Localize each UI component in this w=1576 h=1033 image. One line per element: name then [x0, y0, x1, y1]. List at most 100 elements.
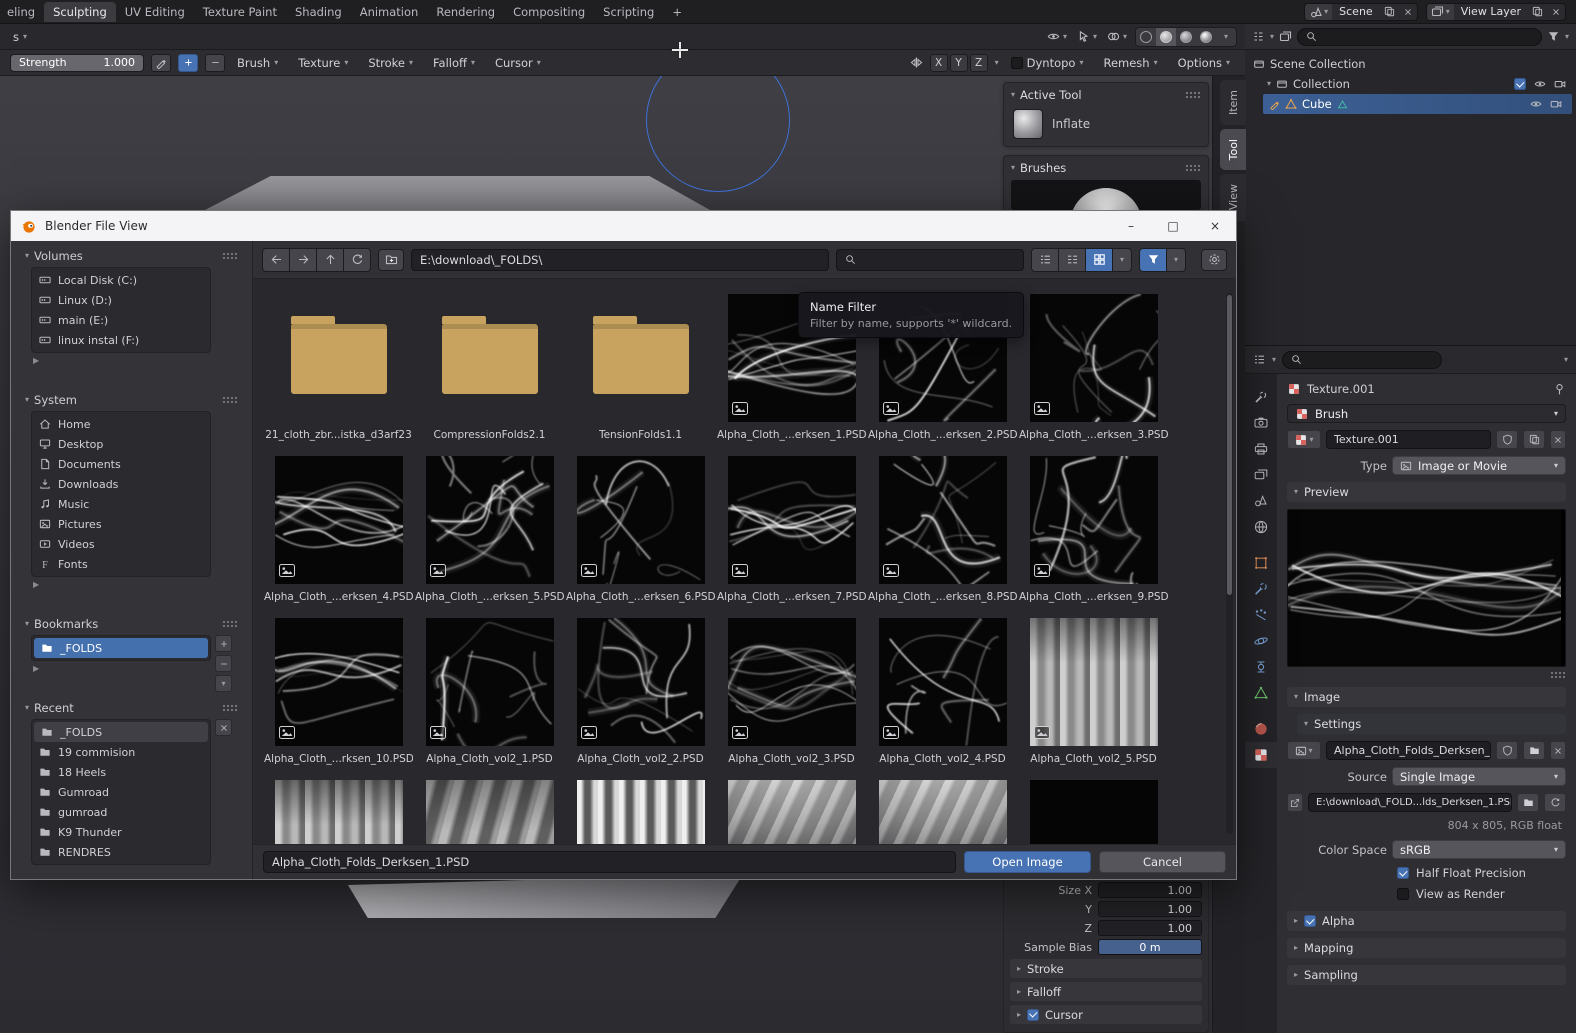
file-item[interactable] [565, 780, 716, 844]
cursor-checkbox[interactable] [1027, 1009, 1039, 1021]
path-input[interactable] [420, 253, 820, 267]
filename-input[interactable] [272, 855, 947, 869]
overlays-dropdown[interactable]: ▾ [1105, 27, 1129, 47]
dyntopo-checkbox[interactable] [1011, 57, 1023, 69]
file-item[interactable] [1018, 780, 1169, 844]
brushes-header[interactable]: ▾ Brushes [1011, 161, 1201, 175]
syste-item[interactable]: Home [32, 414, 210, 434]
shading-dropdown[interactable]: ▾ [1216, 28, 1236, 46]
image-name-field[interactable]: Alpha_Cloth_Folds_Derksen_1.PSD [1326, 741, 1491, 760]
tool-dropdown-cursor[interactable]: Cursor▾ [490, 56, 546, 70]
file-item[interactable]: Alpha_Cloth_...rksen_10.PSD [263, 618, 414, 780]
filter-icon[interactable] [1547, 30, 1560, 43]
open-image-button[interactable]: Open Image [964, 851, 1091, 873]
shading-solid-button[interactable] [1156, 28, 1176, 46]
eye-toggle-icon[interactable] [1534, 78, 1546, 90]
recent-header[interactable]: ▾Recent [11, 701, 252, 719]
object-properties-tab[interactable] [1245, 550, 1277, 576]
brush-icon[interactable] [1013, 109, 1043, 139]
workspace-tab-animation[interactable]: Animation [351, 2, 428, 22]
syste-item[interactable]: Desktop [32, 434, 210, 454]
outliner-search-input[interactable] [1322, 30, 1533, 43]
outliner-row-scene-collection[interactable]: Scene Collection [1245, 54, 1576, 74]
recen-item[interactable]: 19 commision [32, 742, 210, 762]
view-layer-browse-button[interactable]: ▾ [1427, 4, 1454, 20]
file-item[interactable]: Alpha_Cloth_vol2_3.PSD [716, 618, 867, 780]
slider-size-x[interactable]: 1.00 [1098, 882, 1202, 898]
texture-properties-tab[interactable] [1245, 742, 1277, 768]
image-panel-header[interactable]: ▾ Image [1287, 687, 1566, 707]
view-layer-properties-tab[interactable] [1245, 462, 1277, 488]
selectability-checkbox[interactable] [1514, 78, 1526, 90]
file-item[interactable]: Alpha_Cloth_...erksen_7.PSD [716, 456, 867, 618]
workspace-tab-compositing[interactable]: Compositing [504, 2, 594, 22]
panel-sampling[interactable]: ▸Sampling [1287, 965, 1566, 985]
tool-properties-tab[interactable] [1245, 384, 1277, 410]
menu-remesh[interactable]: Remesh▾ [1098, 56, 1162, 70]
active-tool-header[interactable]: ▾ Active Tool [1011, 88, 1201, 102]
pin-icon[interactable] [1553, 383, 1566, 396]
shading-rendered-button[interactable] [1196, 28, 1216, 46]
texture-type-dropdown[interactable]: Image or Movie ▾ [1392, 456, 1566, 475]
tool-dropdown-brush[interactable]: Brush▾ [232, 56, 283, 70]
file-item[interactable]: TensionFolds1.1 [565, 294, 716, 456]
mirror-axis-x[interactable]: X [930, 54, 948, 72]
file-item[interactable] [414, 780, 565, 844]
outliner-row-collection[interactable]: ▾Collection [1245, 74, 1576, 94]
tool-dropdown-texture[interactable]: Texture▾ [293, 56, 353, 70]
render-properties-tab[interactable] [1245, 410, 1277, 436]
properties-editor-icon[interactable] [1253, 353, 1266, 366]
texture-name-field[interactable]: Texture.001 [1326, 430, 1491, 449]
browse-filepath-button[interactable] [1517, 793, 1539, 812]
material-properties-tab[interactable] [1245, 716, 1277, 742]
preview-panel-header[interactable]: ▾ Preview [1287, 482, 1566, 502]
world-properties-tab[interactable] [1245, 514, 1277, 540]
workspace-tab-sculpting[interactable]: Sculpting [44, 2, 116, 22]
panel-falloff[interactable]: ▸Falloff [1010, 982, 1202, 1001]
workspace-tab-scripting[interactable]: Scripting [594, 2, 663, 22]
panel-cursor[interactable]: ▸Cursor [1010, 1005, 1202, 1024]
texture-context-dropdown[interactable]: Brush ▾ [1287, 404, 1566, 423]
view-layer-name[interactable]: View Layer [1454, 5, 1528, 18]
delete-scene-button[interactable] [1399, 4, 1417, 20]
syste-item[interactable]: Videos [32, 534, 210, 554]
panel-mapping[interactable]: ▸Mapping [1287, 938, 1566, 958]
syste-item[interactable]: FFonts [32, 554, 210, 574]
tool-dropdown-stroke[interactable]: Stroke▾ [363, 56, 418, 70]
maximize-button[interactable]: □ [1152, 211, 1194, 241]
mode-dropdown[interactable]: s▾ [8, 30, 32, 44]
particles-properties-tab[interactable] [1245, 602, 1277, 628]
minimize-button[interactable]: – [1110, 211, 1152, 241]
add-bookmark-button[interactable] [215, 635, 232, 652]
workspace-tab-texture-paint[interactable]: Texture Paint [194, 2, 286, 22]
scrollbar-thumb[interactable] [1227, 295, 1232, 595]
color-space-dropdown[interactable]: sRGB ▾ [1392, 840, 1566, 859]
workspace-tab-rendering[interactable]: Rendering [427, 2, 504, 22]
workspace-tab-uv-editing[interactable]: UV Editing [116, 2, 194, 22]
sidebar-tab-tool[interactable]: Tool [1220, 129, 1246, 170]
file-search-input[interactable] [862, 253, 1015, 267]
camera-toggle-icon[interactable] [1554, 78, 1566, 90]
properties-search-input[interactable] [1307, 353, 1433, 366]
unlink-image-button[interactable] [1550, 741, 1566, 760]
cancel-button[interactable]: Cancel [1099, 851, 1226, 873]
display-size-dropdown[interactable]: ▾ [1113, 249, 1131, 271]
new-scene-button[interactable] [1380, 4, 1399, 20]
back-button[interactable] [263, 249, 289, 271]
menu-dyntopo[interactable]: Dyntopo▾ [1006, 56, 1089, 70]
reload-image-button[interactable] [1544, 793, 1566, 812]
workspace-tab-eling[interactable]: eling [0, 2, 44, 22]
browse-texture-button[interactable]: ▾ [1287, 430, 1321, 449]
filter-options-dropdown[interactable]: ▾ [1167, 249, 1185, 271]
remove-bookmark-button[interactable] [215, 655, 232, 672]
vertical-list-view-button[interactable] [1032, 249, 1058, 271]
fake-user-button[interactable] [1496, 741, 1518, 760]
strength-pressure-button[interactable] [151, 54, 171, 72]
create-directory-button[interactable] [378, 249, 404, 271]
file-item[interactable]: 21_cloth_zbr...istka_d3arf23 [263, 294, 414, 456]
parent-directory-button[interactable] [317, 249, 343, 271]
remove-view-layer-button[interactable] [1547, 4, 1565, 20]
thumbnail-view-button[interactable] [1086, 249, 1112, 271]
file-item[interactable]: Alpha_Cloth_vol2_2.PSD [565, 618, 716, 780]
file-item[interactable]: Alpha_Cloth_vol2_4.PSD [867, 618, 1018, 780]
